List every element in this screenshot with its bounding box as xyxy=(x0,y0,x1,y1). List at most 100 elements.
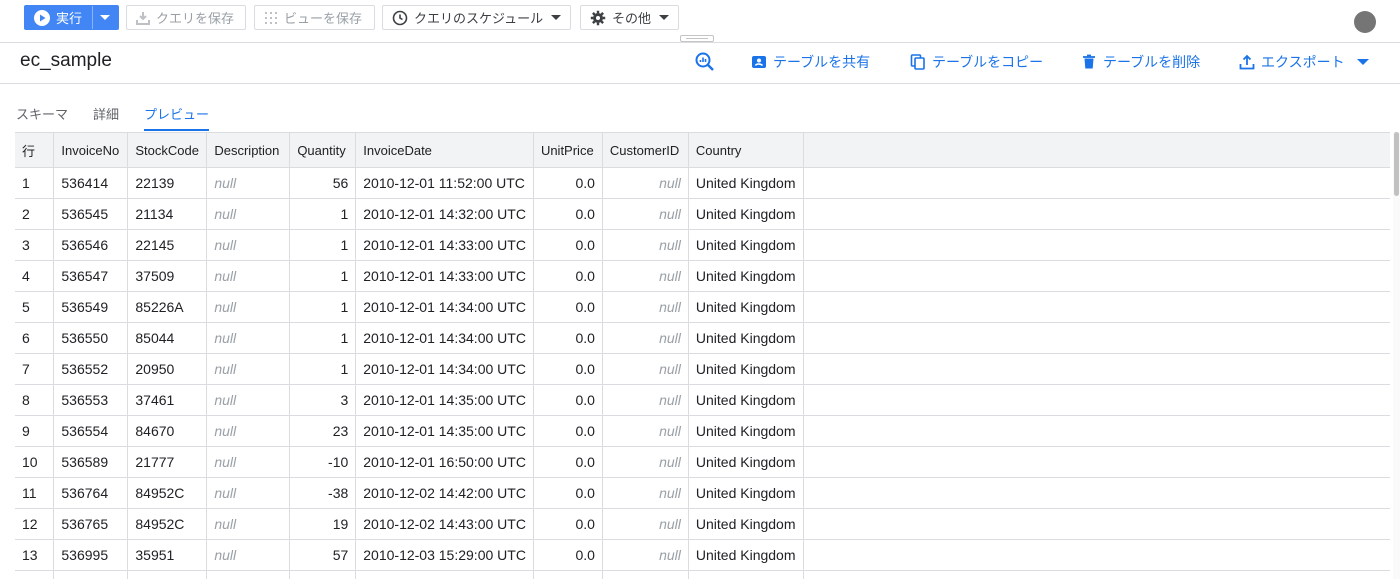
column-header[interactable]: 行 xyxy=(15,132,55,168)
tab-details[interactable]: 詳細 xyxy=(93,104,119,123)
table-cell: 1 xyxy=(289,260,357,292)
table-cell: 20950 xyxy=(127,353,208,385)
schedule-query-button[interactable]: クエリのスケジュール xyxy=(382,5,571,30)
table-row[interactable]: 3 536546 22145 null 1 2010-12-01 14:33:00 UTC… xyxy=(15,229,1390,261)
resize-handle[interactable] xyxy=(680,35,714,42)
header-filler xyxy=(803,132,1390,168)
tab-schema[interactable]: スキーマ xyxy=(16,104,68,123)
table-row[interactable]: 11 536764 84952C null -38 2010-12-02 14:42:00… xyxy=(15,477,1390,509)
save-query-label: クエリを保存 xyxy=(156,11,235,26)
table-row[interactable]: 9 536554 84670 null 23 2010-12-01 14:35:00 UT… xyxy=(15,415,1390,447)
table-cell: 14 xyxy=(15,570,55,579)
chevron-down-icon xyxy=(551,15,561,20)
table-cell: 6 xyxy=(15,322,55,354)
table-row[interactable]: 1453699622712null-202010-12-03 15:30:00 … xyxy=(15,570,1390,579)
table-cell: null xyxy=(602,167,689,199)
table-cell: null xyxy=(602,446,689,478)
clock-icon xyxy=(392,10,408,26)
query-toolbar: 実行 クエリを保存 ビューを保存 クエリのスケジュール その他 xyxy=(0,0,1400,43)
save-view-button[interactable]: ビューを保存 xyxy=(254,5,375,30)
row-filler xyxy=(803,477,1390,509)
table-cell: 3 xyxy=(289,384,357,416)
table-cell: 11 xyxy=(15,477,55,509)
run-main[interactable]: 実行 xyxy=(25,6,93,29)
table-header-row: 行 InvoiceNo StockCode Description Quanti… xyxy=(15,132,1390,168)
more-button[interactable]: その他 xyxy=(580,5,679,30)
person-badge-icon xyxy=(752,56,766,68)
row-filler xyxy=(803,508,1390,540)
schedule-label: クエリのスケジュール xyxy=(414,11,544,26)
table-cell: null xyxy=(206,198,291,230)
run-options-dropdown[interactable] xyxy=(93,6,118,29)
table-cell: 536996 xyxy=(53,570,129,579)
table-cell: 536546 xyxy=(53,229,129,261)
query-table-icon[interactable] xyxy=(694,51,716,78)
table-cell: 7 xyxy=(15,353,55,385)
table-cell: United Kingdom xyxy=(688,291,804,323)
table-cell: null xyxy=(206,291,291,323)
active-tab-indicator xyxy=(144,129,209,131)
table-cell: null xyxy=(206,353,291,385)
table-cell: 37509 xyxy=(127,260,208,292)
table-cell: United Kingdom xyxy=(688,322,804,354)
delete-table-button[interactable]: テーブルを削除 xyxy=(1081,52,1200,72)
table-row[interactable]: 6 536550 85044 null 1 2010-12-01 14:34:00 UTC… xyxy=(15,322,1390,354)
table-cell: null xyxy=(206,570,291,579)
row-filler xyxy=(803,570,1390,579)
row-filler xyxy=(803,446,1390,478)
table-row[interactable]: 10 536589 21777 null -10 2010-12-01 16:50:00 … xyxy=(15,446,1390,478)
table-cell: null xyxy=(206,508,291,540)
table-row[interactable]: 12 536765 84952C null 19 2010-12-02 14:43:00 … xyxy=(15,508,1390,540)
table-row[interactable]: 5 536549 85226A null 1 2010-12-01 14:34:00 UT… xyxy=(15,291,1390,323)
avatar[interactable] xyxy=(1354,11,1376,33)
export-button[interactable]: エクスポート xyxy=(1239,52,1369,72)
table-cell: null xyxy=(206,446,291,478)
table-row[interactable]: 2 536545 21134 null 1 2010-12-01 14:32:00 UTC… xyxy=(15,198,1390,230)
vertical-scrollbar[interactable] xyxy=(1393,132,1400,579)
share-table-button[interactable]: テーブルを共有 xyxy=(751,52,870,72)
row-filler xyxy=(803,229,1390,261)
column-header[interactable]: Quantity xyxy=(289,132,357,168)
table-cell: null xyxy=(602,570,689,579)
table-cell: 2010-12-01 16:50:00 UTC xyxy=(355,446,534,478)
column-header[interactable]: InvoiceNo xyxy=(53,132,129,168)
grid-dots-icon xyxy=(264,11,278,25)
table-cell: 0.0 xyxy=(533,415,603,447)
table-row[interactable]: 1 536414 22139 null 56 2010-12-01 11:52:00 UT… xyxy=(15,167,1390,199)
table-cell: 1 xyxy=(289,322,357,354)
column-header[interactable]: Description xyxy=(206,132,291,168)
column-header[interactable]: Country xyxy=(688,132,804,168)
table-cell: United Kingdom xyxy=(688,570,804,579)
table-cell: 2010-12-02 14:42:00 UTC xyxy=(355,477,534,509)
tab-preview[interactable]: プレビュー xyxy=(144,104,209,123)
column-header[interactable]: CustomerID xyxy=(602,132,689,168)
table-cell: 84670 xyxy=(127,415,208,447)
table-cell: 536549 xyxy=(53,291,129,323)
table-row[interactable]: 8 536553 37461 null 3 2010-12-01 14:35:00 UTC… xyxy=(15,384,1390,416)
table-cell: 2010-12-03 15:30:00 UTC xyxy=(355,570,534,579)
table-cell: 4 xyxy=(15,260,55,292)
column-header[interactable]: StockCode xyxy=(127,132,208,168)
table-cell: 0.0 xyxy=(533,477,603,509)
table-cell: null xyxy=(206,229,291,261)
table-cell: United Kingdom xyxy=(688,508,804,540)
table-cell: 37461 xyxy=(127,384,208,416)
column-header[interactable]: UnitPrice xyxy=(533,132,603,168)
run-button[interactable]: 実行 xyxy=(24,5,119,30)
save-query-button[interactable]: クエリを保存 xyxy=(126,5,246,30)
copy-table-button[interactable]: テーブルをコピー xyxy=(910,52,1043,72)
scrollbar-thumb[interactable] xyxy=(1394,132,1399,196)
table-cell: United Kingdom xyxy=(688,353,804,385)
table-row[interactable]: 4 536547 37509 null 1 2010-12-01 14:33:00 UTC… xyxy=(15,260,1390,292)
table-cell: 12 xyxy=(15,508,55,540)
column-header[interactable]: InvoiceDate xyxy=(355,132,534,168)
table-cell: null xyxy=(602,415,689,447)
table-row[interactable]: 13 536995 35951 null 57 2010-12-03 15:29:00 U… xyxy=(15,539,1390,571)
gear-icon xyxy=(590,10,606,26)
table-cell: 0.0 xyxy=(533,446,603,478)
row-filler xyxy=(803,260,1390,292)
copy-icon xyxy=(910,54,925,70)
table-row[interactable]: 7 536552 20950 null 1 2010-12-01 14:34:00 UTC… xyxy=(15,353,1390,385)
run-label: 実行 xyxy=(56,11,83,26)
table-cell: 1 xyxy=(289,198,357,230)
